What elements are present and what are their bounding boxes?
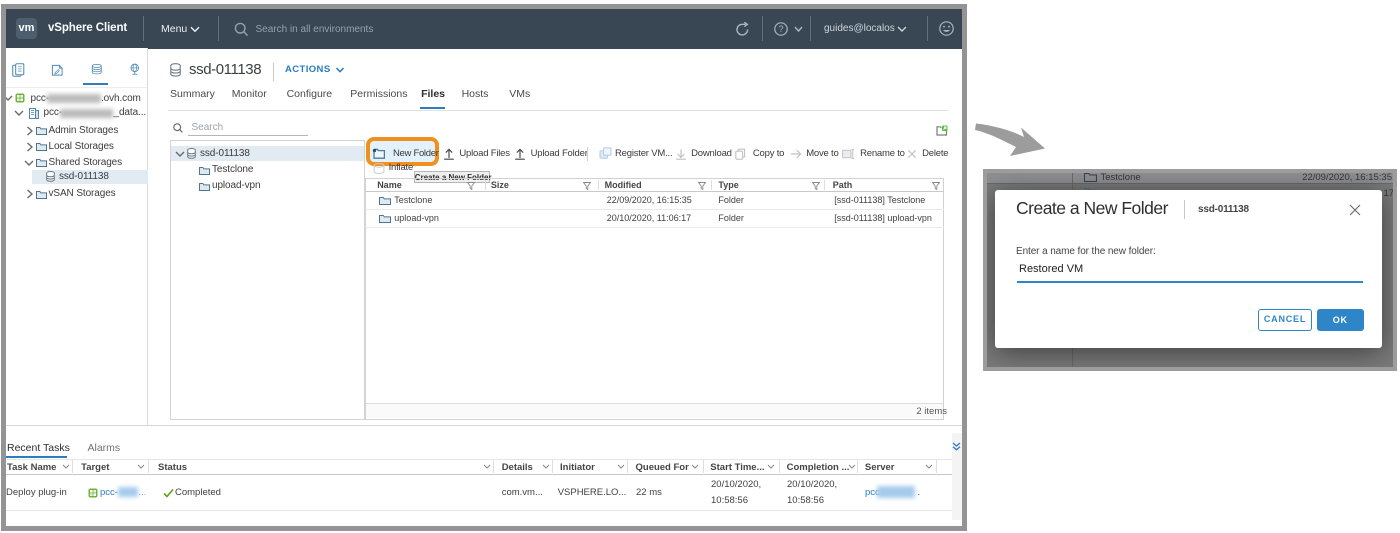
svg-text:?: ? [778, 24, 783, 34]
